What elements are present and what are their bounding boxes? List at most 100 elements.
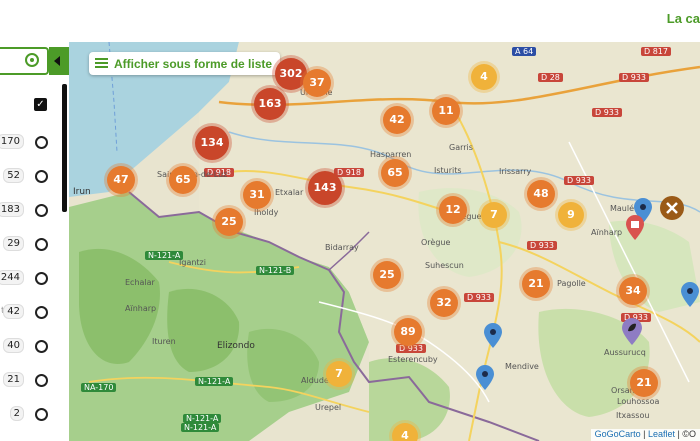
place-label: Aussurucq (604, 348, 646, 357)
place-label: Iholdy (254, 208, 279, 217)
show-as-list-button[interactable]: Afficher sous forme de liste (89, 52, 281, 75)
location-pin-icon[interactable] (474, 365, 496, 391)
category-radio[interactable] (35, 238, 48, 251)
marker-cluster[interactable]: 42 (383, 106, 411, 134)
leaflet-link[interactable]: Leaflet (648, 429, 675, 439)
road-label: D 933 (464, 293, 494, 302)
place-label: Echalar (125, 278, 155, 287)
map-view[interactable]: A 64 D 817 D 28 D 933 D 933 D 933 D 918 … (69, 42, 700, 441)
road-label: D 933 (619, 73, 649, 82)
map-background (69, 42, 700, 441)
place-label: Igantzi (179, 258, 206, 267)
marker-cluster[interactable]: 12 (439, 196, 467, 224)
category-radio[interactable] (35, 136, 48, 149)
marker-cluster[interactable]: 21 (630, 369, 658, 397)
road-label: D 918 (334, 168, 364, 177)
category-radio[interactable] (35, 306, 48, 319)
category-count: 42 (3, 304, 24, 319)
filter-row[interactable]: 21 (0, 370, 60, 390)
marker-cluster[interactable]: 134 (195, 126, 229, 160)
place-label: Etxalar (275, 188, 304, 197)
category-radio[interactable] (35, 374, 48, 387)
osm-attribution: | ©O (675, 429, 696, 439)
marker-cluster[interactable]: 31 (243, 181, 271, 209)
road-label: D 817 (641, 47, 671, 56)
location-pin-icon[interactable] (482, 323, 504, 349)
marker-cluster[interactable]: 65 (169, 166, 197, 194)
marker-cluster[interactable]: 143 (308, 171, 342, 205)
filter-row[interactable]: 40 (0, 336, 60, 356)
road-label: D 933 (592, 108, 622, 117)
category-count: 29 (3, 236, 24, 251)
road-label: N-121-A (145, 251, 184, 260)
place-label: Isturits (434, 166, 462, 175)
place-label: Ituren (152, 337, 176, 346)
marker-cluster[interactable]: 163 (254, 88, 286, 120)
marker-cluster[interactable]: 25 (373, 261, 401, 289)
category-count: 2 (9, 406, 24, 421)
filter-row[interactable]: 29 (0, 234, 60, 254)
marker-cluster[interactable]: 34 (619, 277, 647, 305)
top-bar: La ca (0, 0, 700, 42)
filter-row[interactable]: 183 (0, 200, 60, 220)
marker-cluster[interactable]: 37 (303, 69, 331, 97)
marker-cluster[interactable]: 89 (394, 318, 422, 346)
show-as-list-label: Afficher sous forme de liste (114, 56, 273, 71)
marker-cluster[interactable]: 9 (558, 202, 584, 228)
place-label: Orègue (421, 238, 451, 247)
category-count: 183 (0, 202, 24, 217)
collapse-panel-button[interactable] (49, 47, 69, 75)
category-radio[interactable] (35, 272, 48, 285)
panel-scrollbar[interactable] (62, 84, 67, 212)
place-label: Urepel (315, 403, 342, 412)
place-label: Irun (73, 187, 91, 197)
geolocate-icon[interactable] (25, 53, 39, 67)
marker-cluster[interactable]: 48 (527, 180, 555, 208)
marker-cluster[interactable]: 47 (107, 166, 135, 194)
category-radio[interactable] (35, 204, 48, 217)
marker-cluster[interactable]: 7 (326, 361, 352, 387)
marker-cluster[interactable]: 21 (522, 270, 550, 298)
category-count: 21 (3, 372, 24, 387)
place-label: Suhescun (425, 261, 464, 270)
tools-marker-icon[interactable] (659, 196, 684, 222)
road-label: D 28 (538, 73, 563, 82)
category-radio[interactable] (35, 408, 48, 421)
place-label: Garris (449, 143, 473, 152)
road-label: N-121-A (183, 414, 222, 423)
leaf-marker-icon[interactable] (620, 318, 642, 345)
road-label: D 933 (564, 176, 594, 185)
location-pin-icon[interactable] (679, 282, 700, 308)
marker-cluster[interactable]: 11 (432, 97, 460, 125)
select-all-checkbox[interactable]: ✓ (34, 98, 47, 111)
road-label: N-121-A (195, 377, 234, 386)
list-icon (95, 58, 108, 69)
category-count: 52 (3, 168, 24, 183)
road-label: D 933 (527, 241, 557, 250)
filter-row[interactable]: t 42 (0, 302, 60, 322)
castle-marker-icon[interactable] (624, 215, 646, 241)
place-label: Itxassou (616, 411, 650, 420)
filter-row[interactable]: 170 (0, 132, 60, 152)
marker-cluster[interactable]: 7 (481, 202, 507, 228)
place-label: Louhossoa (617, 397, 660, 406)
marker-cluster[interactable]: 65 (381, 159, 409, 187)
marker-cluster[interactable]: 32 (430, 289, 458, 317)
gogocarto-link[interactable]: GoGoCarto (595, 429, 641, 439)
marker-cluster[interactable]: 25 (215, 208, 243, 236)
filter-row[interactable]: 52 (0, 166, 60, 186)
category-radio[interactable] (35, 340, 48, 353)
filter-panel: ✓ 170 52 183 29 244 t 42 40 21 2 (0, 42, 70, 441)
place-label: Bidarray (325, 243, 359, 252)
filter-row[interactable]: 2 (0, 404, 60, 424)
road-label: N-121-B (256, 266, 295, 275)
road-label: A 64 (512, 47, 537, 56)
place-label: Aïnharp (125, 304, 157, 313)
category-radio[interactable] (35, 170, 48, 183)
filter-row[interactable]: 244 (0, 268, 60, 288)
marker-cluster[interactable]: 4 (471, 64, 497, 90)
place-label: Irissarry (499, 167, 532, 176)
map-attribution: GoGoCarto | Leaflet | ©O (590, 429, 700, 441)
place-label: Pagolle (557, 279, 586, 288)
category-count: 170 (0, 134, 24, 149)
